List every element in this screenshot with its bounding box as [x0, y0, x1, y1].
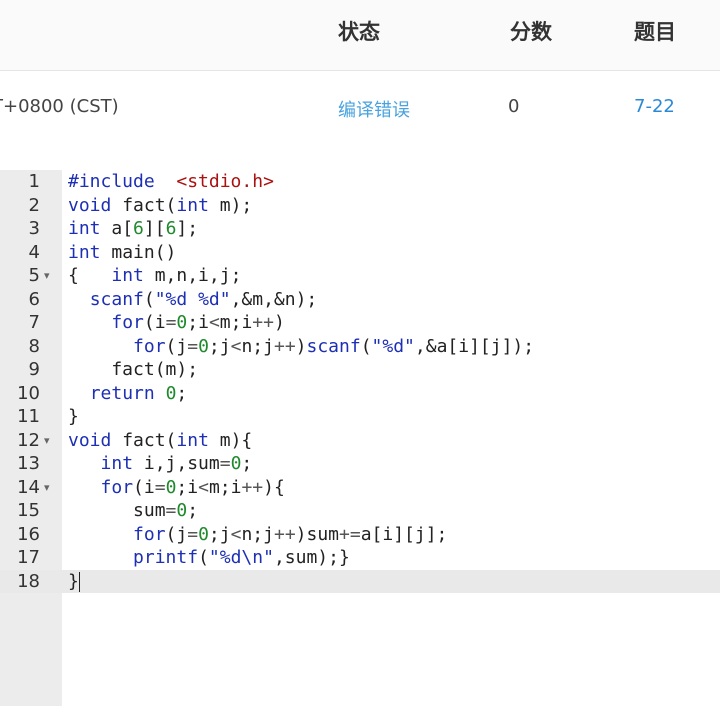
code-line[interactable]: 5 ▾ { int m,n,i,j;	[0, 264, 720, 288]
line-number: 4	[28, 241, 40, 263]
code-text: }	[68, 570, 80, 592]
code-line[interactable]: 16 for(j=0;j<n;j++)sum+=a[i][j];	[0, 523, 720, 547]
code-line[interactable]: 6 scanf("%d %d",&m,&n);	[0, 288, 720, 312]
code-line[interactable]: 12 ▾ void fact(int m){	[0, 429, 720, 453]
line-number: 3	[28, 218, 40, 239]
code-text: return 0;	[89, 382, 188, 404]
header-problem: 题目	[634, 20, 676, 44]
code-line[interactable]: 10 return 0;	[0, 382, 720, 406]
line-number: 16	[17, 523, 40, 545]
code-text: #include <stdio.h>	[68, 171, 274, 192]
line-number: 5	[28, 265, 40, 286]
code-text: sum=0;	[68, 500, 199, 521]
submission-score: 0	[508, 96, 520, 117]
code-text: void fact(int m){	[68, 429, 253, 451]
code-text: for(j=0;j<n;j++)sum+=a[i][j];	[133, 523, 448, 545]
submission-problem-link[interactable]: 7-22	[634, 96, 675, 117]
code-line[interactable]: 11}	[0, 405, 720, 429]
line-number: 13	[17, 453, 40, 474]
code-line[interactable]: 4 int main()	[0, 241, 720, 265]
line-number: 7	[28, 312, 40, 333]
line-number: 1	[28, 171, 40, 192]
submission-time: T+0800 (CST)	[0, 96, 119, 117]
line-number: 8	[28, 335, 40, 357]
code-text: void fact(int m);	[68, 194, 253, 216]
line-number: 9	[28, 359, 40, 380]
line-number: 17	[17, 547, 40, 568]
code-line[interactable]: 18}	[0, 569, 720, 593]
code-text: scanf("%d %d",&m,&n);	[89, 288, 318, 310]
code-line[interactable]: 8 for(j=0;j<n;j++)scanf("%d",&a[i][j]);	[0, 335, 720, 359]
header-status: 状态	[338, 20, 380, 44]
code-line[interactable]: 17 printf("%d\n",sum);}	[0, 546, 720, 570]
code-text: int main()	[68, 241, 177, 263]
code-line[interactable]: 7 for(i=0;i<m;i++)	[0, 311, 720, 335]
fold-toggle-icon[interactable]: ▾	[44, 429, 50, 453]
code-editor[interactable]: 1 #include <stdio.h> 2 void fact(int m); 3 in…	[0, 170, 720, 706]
fold-toggle-icon[interactable]: ▾	[44, 476, 50, 500]
code-line[interactable]: 3 int a[6][6];	[0, 217, 720, 241]
header-score: 分数	[510, 20, 552, 44]
code-text: int i,j,sum=0;	[100, 453, 253, 474]
code-text: printf("%d\n",sum);}	[133, 547, 350, 568]
code-line[interactable]: 14 ▾ for(i=0;i<m;i++){	[0, 476, 720, 500]
submission-status-link[interactable]: 编译错误	[338, 96, 410, 122]
submission-row: T+0800 (CST) 编译错误 0 7-22	[0, 72, 720, 144]
code-line[interactable]: 15 sum=0;	[0, 499, 720, 523]
line-number: 15	[17, 500, 40, 521]
code-lines[interactable]: 1 #include <stdio.h> 2 void fact(int m); 3 in…	[0, 170, 720, 593]
code-text: for(i=0;i<m;i++)	[111, 312, 285, 333]
line-number: 2	[28, 194, 40, 216]
line-number: 14	[17, 476, 40, 498]
code-line[interactable]: 13 int i,j,sum=0;	[0, 452, 720, 476]
code-text: fact(m);	[68, 359, 199, 380]
line-number: 18	[17, 570, 40, 592]
code-text: }	[68, 406, 79, 427]
code-text: { int m,n,i,j;	[68, 265, 242, 286]
line-number: 10	[17, 382, 40, 404]
code-text: int a[6][6];	[68, 218, 199, 239]
code-text: for(i=0;i<m;i++){	[100, 476, 285, 498]
line-number: 12	[17, 429, 40, 451]
code-line[interactable]: 2 void fact(int m);	[0, 194, 720, 218]
table-header: 状态 分数 题目	[0, 0, 720, 71]
code-text: for(j=0;j<n;j++)scanf("%d",&a[i][j]);	[133, 335, 535, 357]
code-line[interactable]: 9 fact(m);	[0, 358, 720, 382]
line-number: 11	[17, 406, 40, 427]
line-number: 6	[28, 288, 40, 310]
text-cursor	[78, 571, 80, 592]
code-line[interactable]: 1 #include <stdio.h>	[0, 170, 720, 194]
fold-toggle-icon[interactable]: ▾	[44, 264, 50, 288]
